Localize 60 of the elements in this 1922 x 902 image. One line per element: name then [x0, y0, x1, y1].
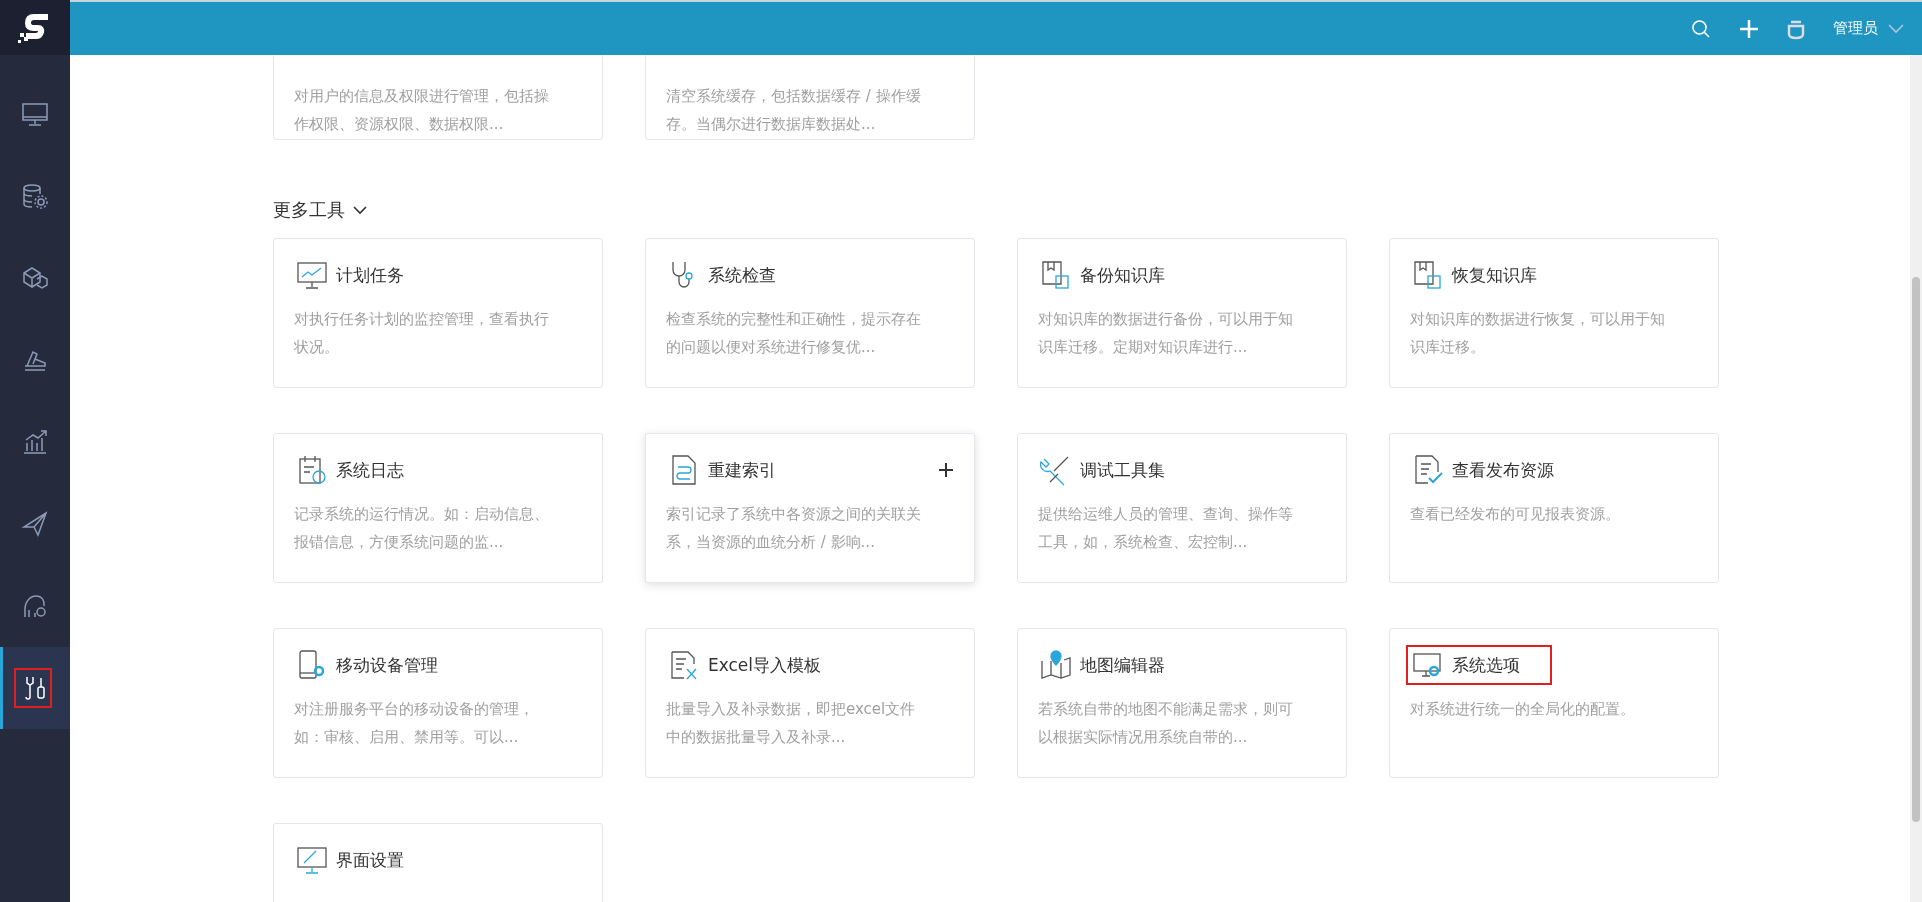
scrollbar[interactable]	[1912, 277, 1920, 822]
monitor-brush-icon	[296, 844, 328, 876]
card-title: 系统日志	[336, 458, 404, 482]
card-title: 备份知识库	[1080, 263, 1165, 287]
card-description: 提供给运维人员的管理、查询、操作等工具，如，系统检查、宏控制...	[1038, 504, 1294, 553]
card-description: 查看已经发布的可见报表资源。	[1410, 504, 1621, 525]
tool-card[interactable]: Excel导入模板 批量导入及补录数据，即把excel文件中的数据批量导入及补录...	[645, 628, 975, 778]
tool-card[interactable]: 系统选项 对系统进行统一的全局化的配置。	[1389, 628, 1719, 778]
sidebar-item[interactable]	[0, 647, 70, 729]
card-title: 调试工具集	[1080, 458, 1165, 482]
paper-plane-icon	[21, 510, 49, 538]
card-description: 记录系统的运行情况。如：启动信息、报错信息，方便系统问题的监...	[294, 504, 550, 553]
card-description: 检查系统的完整性和正确性，提示存在的问题以便对系统进行修复优...	[666, 309, 922, 358]
card-description: 对用户的信息及权限进行管理，包括操作权限、资源权限、数据权限...	[294, 86, 550, 135]
card-description: 对知识库的数据进行恢复，可以用于知识库迁移。	[1410, 309, 1666, 358]
card-description: 对注册服务平台的移动设备的管理，如：审核、启用、禁用等。可以...	[294, 699, 535, 748]
card-title: 界面设置	[336, 848, 404, 872]
tool-card[interactable]: 备份知识库 对知识库的数据进行备份，可以用于知识库迁移。定期对知识库进行...	[1017, 238, 1347, 388]
calendar-clock-icon	[296, 454, 328, 486]
database-gear-icon	[21, 182, 49, 210]
card-title: 恢复知识库	[1452, 263, 1537, 287]
card-title: 计划任务	[336, 263, 404, 287]
card-title: 查看发布资源	[1452, 458, 1554, 482]
logo-icon	[0, 0, 70, 55]
card-title: 重建索引	[708, 458, 776, 482]
card-description: 若系统自带的地图不能满足需求，则可以根据实际情况用系统自带的...	[1038, 699, 1294, 748]
card-description: 对知识库的数据进行备份，可以用于知识库迁移。定期对知识库进行...	[1038, 309, 1294, 358]
card-title: 系统选项	[1452, 653, 1520, 677]
card-description: 批量导入及补录数据，即把excel文件中的数据批量导入及补录...	[666, 699, 917, 748]
card-title: 系统检查	[708, 263, 776, 287]
bookmark-restore-icon	[1412, 259, 1444, 291]
plus-icon[interactable]	[938, 462, 954, 478]
search-icon[interactable]	[1691, 18, 1711, 39]
chevron-icon[interactable]	[353, 205, 367, 215]
checked-document-icon	[1412, 454, 1444, 486]
tool-card[interactable]: 计划任务 对执行任务计划的监控管理，查看执行状况。	[273, 238, 603, 388]
chart-board-icon	[296, 259, 328, 291]
tool-card[interactable]: 界面设置	[273, 823, 603, 902]
bookmark-copy-icon	[1040, 259, 1072, 291]
tool-card[interactable]: 查看发布资源 查看已经发布的可见报表资源。	[1389, 433, 1719, 583]
tool-card[interactable]: 系统日志 记录系统的运行情况。如：启动信息、报错信息，方便系统问题的监...	[273, 433, 603, 583]
tool-card[interactable]: 系统检查 检查系统的完整性和正确性，提示存在的问题以便对系统进行修复优...	[645, 238, 975, 388]
section-title: 更多工具	[273, 198, 345, 222]
card-title: Excel导入模板	[708, 653, 822, 677]
map-pin-icon	[1040, 649, 1072, 681]
tool-card[interactable]: 重建索引 索引记录了系统中各资源之间的关联关系，当资源的血统分析 / 影响...	[645, 433, 975, 583]
card-description: 对执行任务计划的监控管理，查看执行状况。	[294, 309, 550, 358]
card-description: 清空系统缓存，包括数据缓存 / 操作缓存。当偶尔进行数据库数据处...	[666, 86, 922, 135]
tool-card[interactable]: 调试工具集 提供给运维人员的管理、查询、操作等工具，如，系统检查、宏控制...	[1017, 433, 1347, 583]
tool-card[interactable]: 地图编辑器 若系统自带的地图不能满足需求，则可以根据实际情况用系统自带的...	[1017, 628, 1347, 778]
card-description: 对系统进行统一的全局化的配置。	[1410, 699, 1636, 720]
chevron-down-icon[interactable]	[1888, 23, 1904, 34]
cubes-icon	[21, 264, 49, 292]
card-title: 地图编辑器	[1080, 653, 1165, 677]
card-title: 移动设备管理	[336, 653, 438, 677]
card-description: 索引记录了系统中各资源之间的关联关系，当资源的血统分析 / 影响...	[666, 504, 922, 553]
bar-chart-icon	[21, 428, 49, 456]
monitor-icon	[21, 100, 49, 128]
tool-card[interactable]: 移动设备管理 对注册服务平台的移动设备的管理，如：审核、启用、禁用等。可以...	[273, 628, 603, 778]
tool-card[interactable]: 恢复知识库 对知识库的数据进行恢复，可以用于知识库迁移。	[1389, 238, 1719, 388]
